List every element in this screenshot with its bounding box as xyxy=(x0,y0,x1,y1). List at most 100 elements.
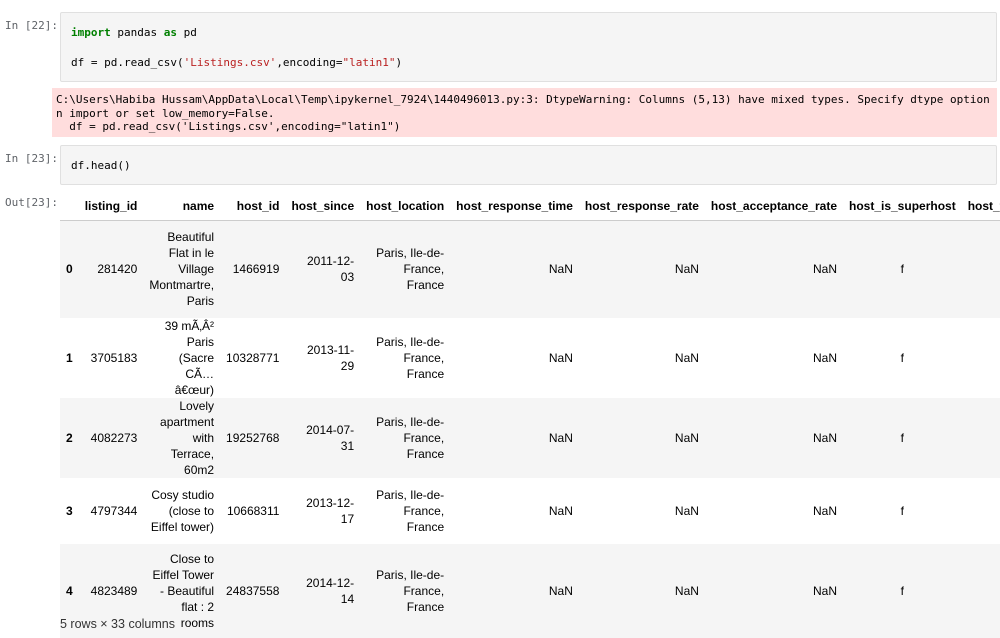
code-token: ,encoding= xyxy=(276,56,343,69)
table-header-row: listing_id name host_id host_since host_… xyxy=(60,192,1000,221)
cell-line: Cosy studio xyxy=(151,487,215,502)
keyword-token: as xyxy=(163,26,177,39)
table-row: 1 3705183 39 mÃ‚Â² Paris (Sacre CÃ…â€œur) 103… xyxy=(60,317,1000,398)
col-header-host-response-rate: host_response_rate xyxy=(578,192,705,221)
cell-host-response-time: NaN xyxy=(548,350,573,365)
cell-host-is-superhost: f xyxy=(900,503,905,518)
cell-host-response-rate: NaN xyxy=(674,503,699,518)
cell-line: France xyxy=(406,278,445,293)
cell-host-response-rate: NaN xyxy=(674,262,699,277)
cell-22-input-prompt: In [22]: xyxy=(5,19,58,32)
cell-host-location: Paris, Ile-de- France, France xyxy=(360,478,450,544)
cell-line: France xyxy=(406,446,445,461)
cell-line: Paris, Ile-de- xyxy=(376,487,445,502)
col-header-host-response-time: host_response_time xyxy=(450,192,579,221)
cell-listing-id: 4797344 xyxy=(90,503,138,518)
table-row: 2 4082273 Lovely apartment with Terrace, 60m2… xyxy=(60,397,1000,478)
cell-host-is-superhost: f xyxy=(900,430,905,445)
cell-line: Paris (Sacre xyxy=(178,334,215,365)
cell-line: 14 xyxy=(340,591,355,606)
cell-host-location: Paris, Ile-de- France, France xyxy=(360,544,450,638)
cell-line: Eiffel tower) xyxy=(150,519,215,534)
cell-host-is-superhost: f xyxy=(900,583,905,598)
cell-line: with Terrace, xyxy=(170,430,215,461)
cell-name: Lovely apartment with Terrace, 60m2 xyxy=(143,398,220,478)
string-token: "latin1" xyxy=(342,56,396,69)
cell-line: Village xyxy=(178,262,215,277)
cell-line: (close to xyxy=(168,503,215,518)
row-index: 0 xyxy=(66,262,73,277)
table-row: 0 281420 Beautiful Flat in le Village Montmar… xyxy=(60,220,1000,318)
row-index: 3 xyxy=(66,503,73,518)
cell-line: France xyxy=(406,599,445,614)
cell-host-acceptance-rate: NaN xyxy=(812,430,837,445)
cell-line: Lovely xyxy=(179,398,215,413)
cell-listing-id: 3705183 xyxy=(90,350,138,365)
row-index: 2 xyxy=(66,430,73,445)
cell-line: Paris, Ile-de- xyxy=(376,246,445,261)
keyword-token: import xyxy=(71,26,111,39)
string-token: 'Listings.csv' xyxy=(183,56,277,69)
table-row: 4 4823489 Close to Eiffel Tower - Beautiful f… xyxy=(60,543,1000,638)
cell-host-location: Paris, Ile-de- France, France xyxy=(360,318,450,398)
code-line-1: import pandas as pd xyxy=(71,26,197,39)
cell-line: 2014-12- xyxy=(306,575,355,590)
cell-host-total-listings-count xyxy=(962,221,1000,318)
table-row: 3 4797344 Cosy studio (close to Eiffel tower… xyxy=(60,477,1000,544)
cell-host-total-listings-count xyxy=(962,318,1000,398)
cell-host-is-superhost: f xyxy=(900,262,905,277)
cell-host-since: 2014-12- 14 xyxy=(285,544,360,638)
code-token: df = pd.read_csv( xyxy=(71,56,184,69)
col-header-listing-id: listing_id xyxy=(78,192,144,221)
cell-23-code-editor[interactable]: df.head() xyxy=(60,145,997,185)
cell-22-code-editor[interactable]: import pandas as pd df = pd.read_csv('Li… xyxy=(60,12,997,82)
code-line-3: df = pd.read_csv('Listings.csv',encoding… xyxy=(71,56,402,69)
cell-line: 60m2 xyxy=(184,462,215,477)
cell-23-input-prompt: In [23]: xyxy=(5,152,58,165)
cell-host-acceptance-rate: NaN xyxy=(812,350,837,365)
dataframe-table: listing_id name host_id host_since host_… xyxy=(60,192,1000,638)
cell-host-response-time: NaN xyxy=(548,583,573,598)
cell-host-response-rate: NaN xyxy=(674,350,699,365)
cell-host-id: 10328771 xyxy=(226,350,280,365)
dtype-warning-output: C:\Users\Habiba Hussam\AppData\Local\Tem… xyxy=(52,88,997,137)
cell-line: France xyxy=(406,366,445,381)
cell-line: CÃ…â€œur) xyxy=(174,366,215,397)
cell-line: France, xyxy=(403,503,445,518)
cell-line: Montmartre, xyxy=(149,278,215,293)
cell-host-response-time: NaN xyxy=(548,262,573,277)
cell-host-response-rate: NaN xyxy=(674,430,699,445)
col-header-host-id: host_id xyxy=(220,192,286,221)
cell-host-response-rate: NaN xyxy=(674,583,699,598)
cell-host-is-superhost: f xyxy=(900,350,905,365)
cell-host-since: 2013-11- 29 xyxy=(285,318,360,398)
cell-host-acceptance-rate: NaN xyxy=(812,262,837,277)
cell-listing-id: 281420 xyxy=(97,262,138,277)
cell-host-id: 1466919 xyxy=(232,262,280,277)
col-header-host-location: host_location xyxy=(360,192,451,221)
cell-listing-id: 4082273 xyxy=(90,430,138,445)
cell-line: flat : 2 xyxy=(181,599,215,614)
cell-line: Beautiful xyxy=(167,230,215,245)
row-index: 1 xyxy=(66,350,73,365)
dataframe-shape-summary: 5 rows × 33 columns xyxy=(60,617,175,631)
cell-line: France, xyxy=(403,262,445,277)
cell-line: 2013-12- xyxy=(306,495,355,510)
cell-host-id: 24837558 xyxy=(226,583,280,598)
col-header-index xyxy=(60,192,79,221)
col-header-name: name xyxy=(143,192,221,221)
cell-line: Paris, Ile-de- xyxy=(376,414,445,429)
cell-line: 03 xyxy=(340,270,355,285)
cell-line: Paris, Ile-de- xyxy=(376,567,445,582)
cell-23-output-prompt: Out[23]: xyxy=(5,196,58,209)
cell-host-response-time: NaN xyxy=(548,430,573,445)
cell-line: Close to xyxy=(170,551,215,566)
cell-host-total-listings-count xyxy=(962,398,1000,478)
cell-name: 39 mÃ‚Â² Paris (Sacre CÃ…â€œur) xyxy=(143,318,220,398)
cell-host-since: 2011-12- 03 xyxy=(285,221,360,318)
code-token: pd xyxy=(176,26,197,39)
cell-line: - Beautiful xyxy=(160,583,215,598)
cell-line: France, xyxy=(403,430,445,445)
col-header-host-since: host_since xyxy=(285,192,361,221)
cell-line: France xyxy=(406,519,445,534)
